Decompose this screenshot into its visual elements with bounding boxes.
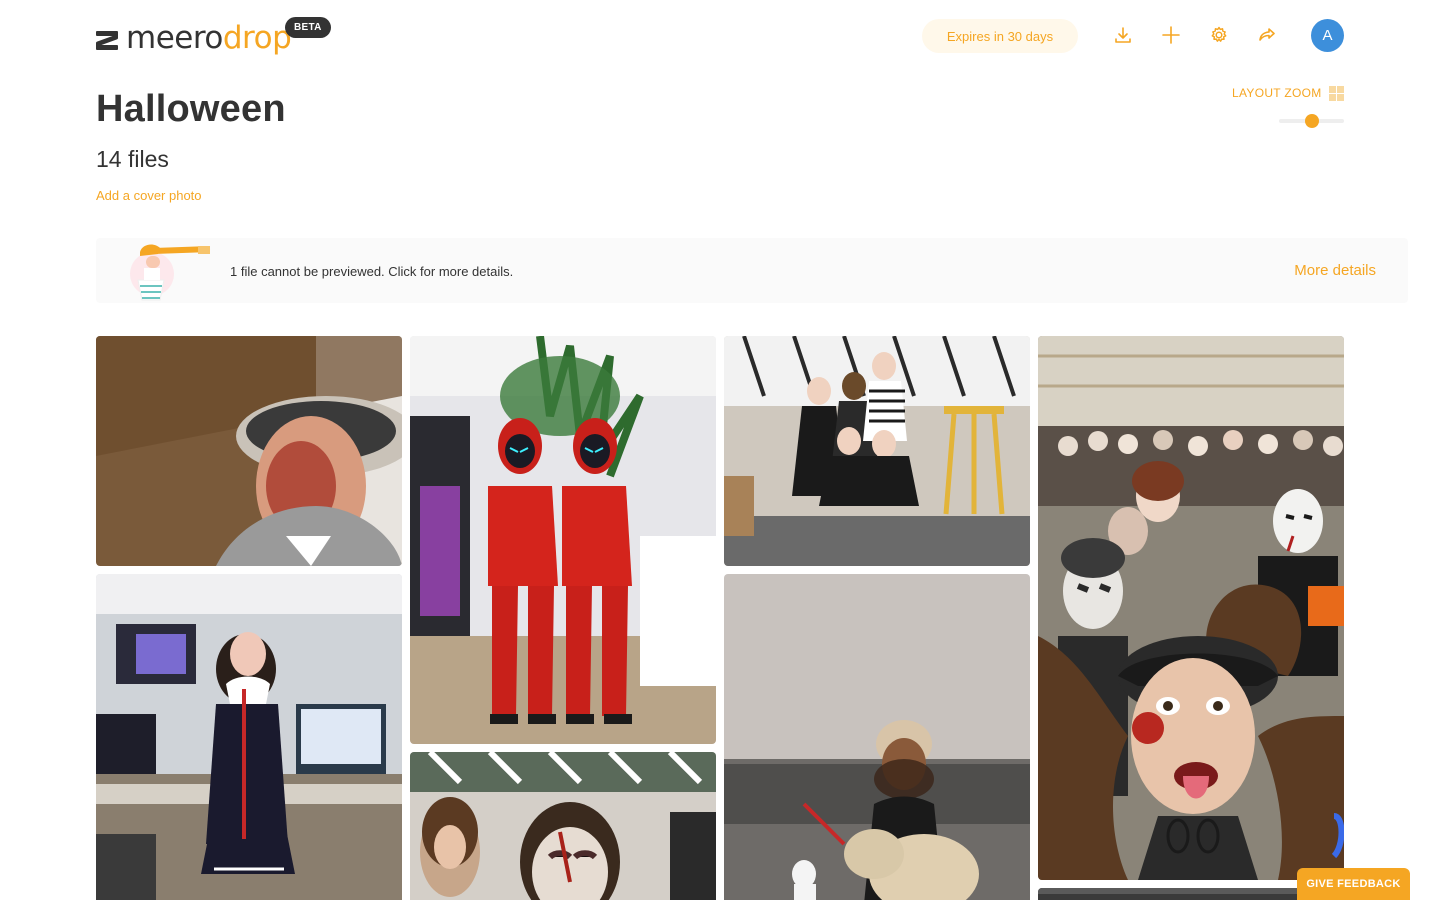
logo-text: meerodrop	[126, 20, 292, 56]
settings-gear-icon	[1211, 26, 1227, 42]
photo-thumbnail[interactable]	[96, 574, 402, 900]
photo-6-image	[724, 574, 1030, 900]
photo-1-image	[96, 336, 402, 566]
top-header: meerodrop BETA Expires in 30 days A	[0, 0, 1440, 72]
slider-handle[interactable]	[1304, 114, 1319, 128]
logo-text-accent: drop	[222, 20, 292, 56]
plus-icon	[1162, 26, 1180, 44]
more-details-link[interactable]: More details	[1294, 262, 1376, 279]
photo-thumbnail[interactable]	[410, 336, 716, 744]
give-feedback-button[interactable]: GIVE FEEDBACK	[1297, 868, 1410, 900]
share-button[interactable]	[1254, 22, 1280, 48]
album-title: Halloween	[96, 88, 286, 130]
settings-button[interactable]	[1206, 22, 1232, 48]
file-count: 14 files	[96, 146, 169, 172]
preview-warning-banner[interactable]: 1 file cannot be previewed. Click for mo…	[96, 238, 1408, 303]
photo-thumbnail[interactable]	[1038, 336, 1344, 880]
add-cover-photo-link[interactable]: Add a cover photo	[96, 188, 202, 203]
photo-3-image	[724, 336, 1030, 566]
photo-2-image	[410, 336, 716, 744]
photo-thumbnail[interactable]	[724, 574, 1030, 900]
logo-mark-icon	[96, 29, 120, 51]
photo-5-image	[96, 574, 402, 900]
layout-zoom-label: LAYOUT ZOOM	[1232, 86, 1322, 100]
photo-thumbnail[interactable]	[410, 752, 716, 900]
expiry-pill[interactable]: Expires in 30 days	[922, 19, 1078, 53]
photo-7-image	[410, 752, 716, 900]
user-avatar[interactable]: A	[1311, 19, 1344, 52]
download-button[interactable]	[1110, 22, 1136, 48]
photo-thumbnail[interactable]	[96, 336, 402, 566]
logo-text-primary: meero	[126, 20, 223, 56]
photo-4-image	[1038, 336, 1344, 880]
download-icon	[1115, 27, 1131, 43]
preview-warning-text: 1 file cannot be previewed. Click for mo…	[230, 264, 514, 279]
layout-zoom-slider[interactable]	[1279, 114, 1344, 128]
beta-badge: BETA	[285, 17, 331, 38]
share-icon	[1259, 28, 1275, 41]
add-files-button[interactable]	[1158, 22, 1184, 48]
photo-thumbnail[interactable]	[724, 336, 1030, 566]
meerodrop-logo[interactable]: meerodrop	[96, 18, 292, 58]
grid-layout-icon[interactable]	[1329, 86, 1344, 101]
telescope-person-illustration-icon	[130, 244, 211, 301]
